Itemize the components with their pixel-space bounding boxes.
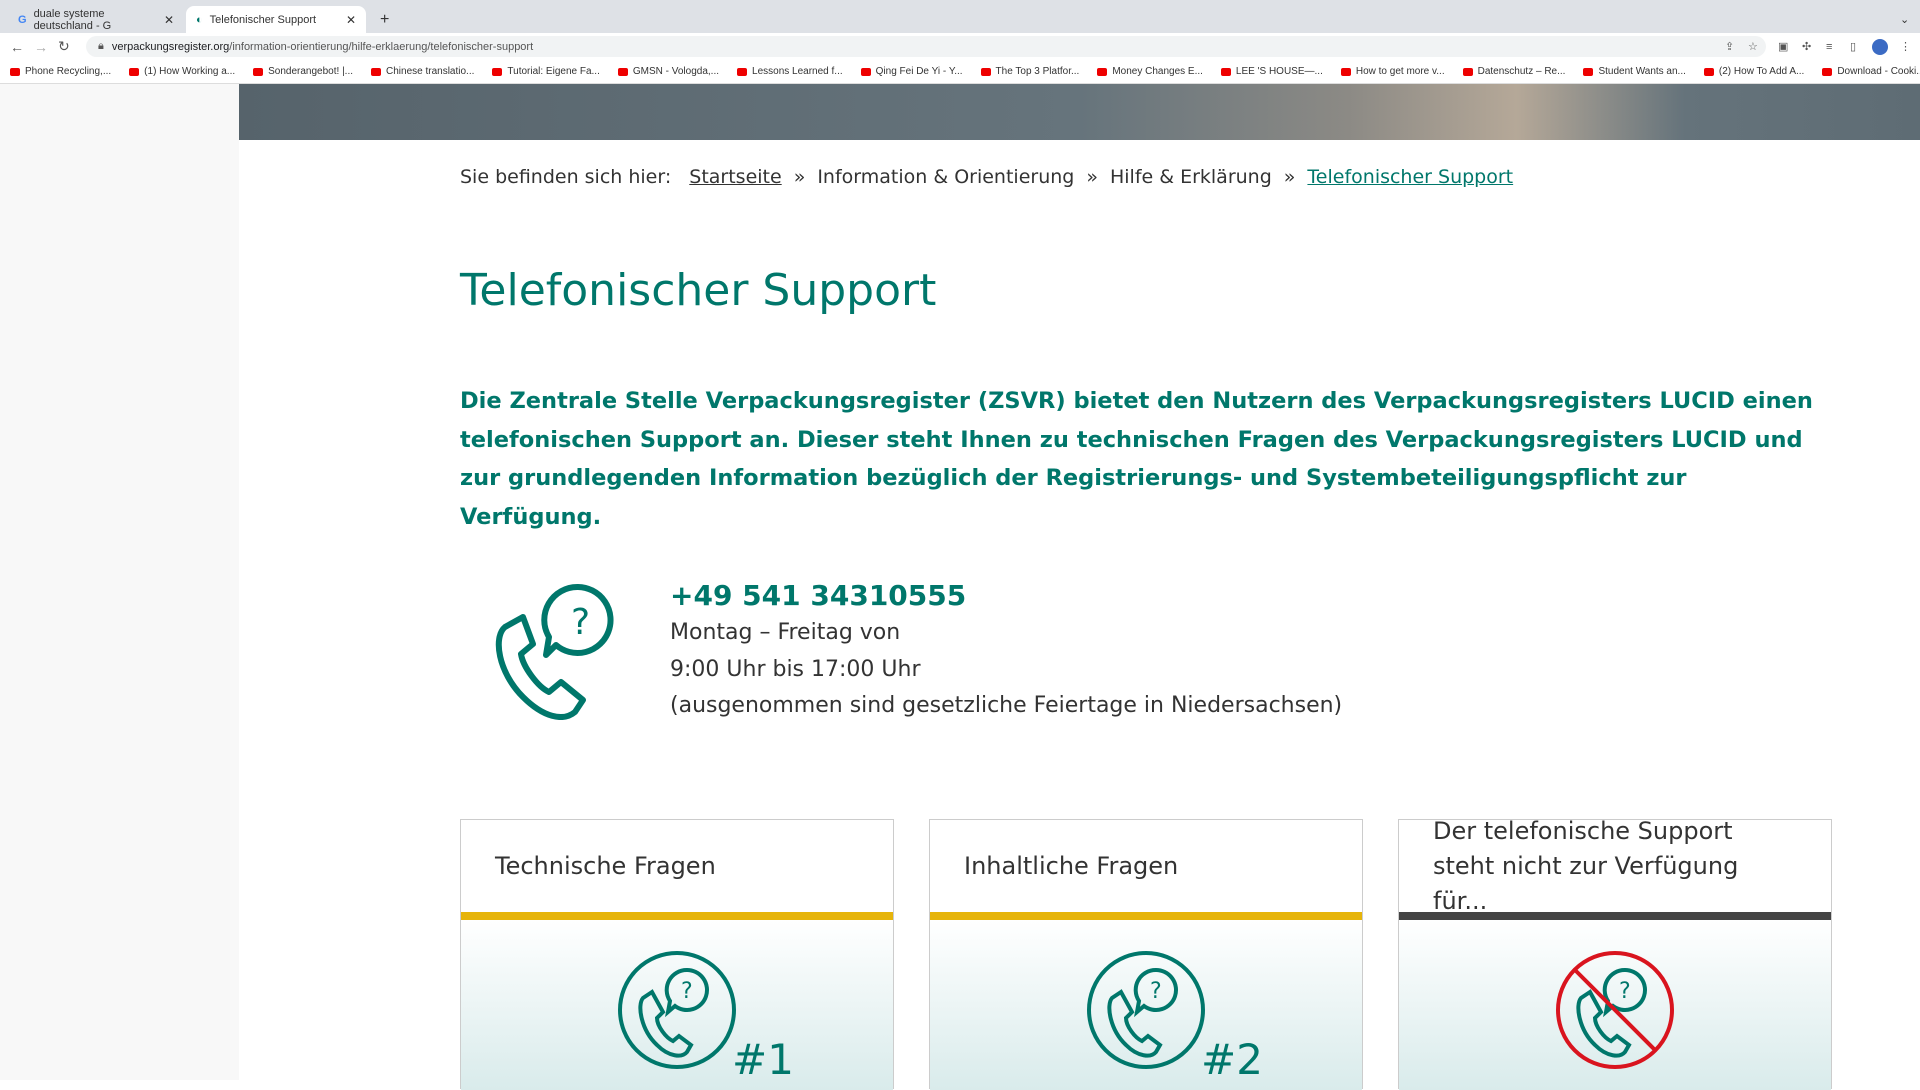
reload-icon[interactable]: ↻ [58, 38, 70, 55]
card-technische-fragen[interactable]: Technische Fragen ? #1 [460, 819, 894, 1090]
svg-text:#2: #2 [1201, 1035, 1263, 1080]
page-title: Telefonischer Support [460, 265, 937, 316]
bookmark-item[interactable]: Sonderangebot! |... [253, 66, 353, 77]
card-accent-bar [461, 912, 893, 920]
bookmark-favicon-icon [737, 67, 748, 76]
reading-list-icon[interactable]: ≡ [1826, 41, 1832, 53]
facebook-extension-icon[interactable]: ▣ [1778, 40, 1788, 53]
new-tab-button[interactable]: + [370, 6, 399, 33]
bookmark-item[interactable]: How to get more v... [1340, 66, 1445, 77]
phone-question-icon: ? [495, 583, 614, 720]
bookmark-favicon-icon [1220, 67, 1231, 76]
svg-text:?: ? [571, 602, 590, 643]
bookmark-favicon-icon [1583, 67, 1594, 76]
bookmark-item[interactable]: (2) How To Add A... [1703, 66, 1804, 77]
side-panel-icon[interactable]: ▯ [1850, 40, 1856, 53]
back-icon[interactable]: ← [10, 39, 24, 55]
bookmark-item[interactable]: Lessons Learned f... [737, 66, 843, 77]
forward-icon[interactable]: → [34, 39, 48, 55]
no-phone-icon: ? [1556, 951, 1674, 1069]
bookmarks-bar: Phone Recycling,... (1) How Working a... S… [0, 60, 1920, 84]
bookmark-favicon-icon [253, 67, 264, 76]
bookmark-favicon-icon [1097, 67, 1108, 76]
card-body: ? [1399, 920, 1831, 1090]
bookmark-item[interactable]: Download - Cooki... [1822, 66, 1920, 77]
bookmark-star-icon[interactable]: ☆ [1748, 40, 1758, 53]
tab-telefonischer-support[interactable]: ◐ Telefonischer Support ✕ [186, 6, 366, 33]
bookmark-favicon-icon [980, 67, 991, 76]
bookmark-favicon-icon [617, 67, 628, 76]
bookmark-favicon-icon [1822, 67, 1833, 76]
bookmark-item[interactable]: (1) How Working a... [129, 66, 235, 77]
svg-text:?: ? [1150, 979, 1162, 1004]
share-icon[interactable]: ⇪ [1725, 40, 1734, 53]
left-sidebar [0, 84, 239, 1080]
breadcrumb: Sie befinden sich hier: Startseite » Inf… [460, 166, 1514, 188]
intro-text: Die Zentrale Stelle Verpackungsregister … [460, 388, 1813, 530]
svg-text:?: ? [1619, 979, 1631, 1004]
breadcrumb-hilfe[interactable]: Hilfe & Erklärung [1110, 166, 1272, 188]
bookmark-favicon-icon [371, 67, 382, 76]
tab-bar: Gduale systeme deutschland - G ✕ ◐ Telefon… [0, 0, 1920, 33]
bookmark-item[interactable]: Money Changes E... [1097, 66, 1203, 77]
breadcrumb-current[interactable]: Telefonischer Support [1307, 166, 1513, 188]
bookmark-item[interactable]: GMSN - Vologda,... [617, 66, 719, 77]
close-tab-icon[interactable]: ✕ [346, 13, 356, 27]
card-body: ? #1 [461, 920, 893, 1090]
bookmark-item[interactable]: Phone Recycling,... [10, 66, 111, 77]
menu-icon[interactable]: ⋮ [1900, 40, 1911, 53]
bookmark-favicon-icon [10, 67, 20, 76]
bookmark-item[interactable]: The Top 3 Platfor... [980, 66, 1079, 77]
breadcrumb-information[interactable]: Information & Orientierung [817, 166, 1074, 188]
bookmark-favicon-icon [492, 67, 503, 76]
breadcrumb-startseite[interactable]: Startseite [689, 166, 781, 188]
bookmark-favicon-icon [1703, 67, 1714, 76]
bookmark-item[interactable]: Chinese translatio... [371, 66, 474, 77]
bookmark-favicon-icon [1340, 67, 1351, 76]
address-bar-row: ← → ↻ 🔒︎ verpackungsregister.org/informat… [0, 33, 1920, 60]
card-accent-bar [930, 912, 1362, 920]
tab-search-chevron-icon[interactable]: ⌄ [1890, 6, 1919, 33]
svg-text:#1: #1 [732, 1035, 794, 1080]
profile-avatar[interactable] [1872, 38, 1888, 55]
card-nicht-verfuegbar[interactable]: Der telefonische Support steht nicht zur… [1398, 817, 1832, 1090]
site-favicon: ◐ [196, 13, 203, 26]
tab-google[interactable]: Gduale systeme deutschland - G ✕ [8, 6, 184, 33]
bookmark-item[interactable]: LEE 'S HOUSE—... [1220, 66, 1323, 77]
url-input[interactable]: 🔒︎ verpackungsregister.org/information-or… [86, 36, 1766, 57]
svg-text:?: ? [681, 979, 693, 1004]
lock-icon: 🔒︎ [98, 40, 104, 52]
bookmark-favicon-icon [129, 67, 140, 76]
close-tab-icon[interactable]: ✕ [164, 13, 174, 27]
contact-info: +49 541 34310555 Montag – Freitag von 9:… [670, 577, 1343, 718]
phone-circle-icon-1: ? #1 [618, 951, 794, 1080]
bookmark-item[interactable]: Qing Fei De Yi - Y... [860, 66, 963, 77]
bookmark-item[interactable]: Student Wants an... [1583, 66, 1686, 77]
bookmark-favicon-icon [860, 67, 871, 76]
card-inhaltliche-fragen[interactable]: Inhaltliche Fragen ? #2 [929, 819, 1363, 1090]
extensions-icon[interactable]: ✣ [1802, 40, 1811, 53]
card-body: ? #2 [930, 920, 1362, 1090]
hero-image [239, 84, 1920, 140]
bookmark-item[interactable]: Tutorial: Eigene Fa... [492, 66, 600, 77]
phone-circle-icon-2: ? #2 [1087, 951, 1263, 1080]
bookmark-item[interactable]: Datenschutz – Re... [1462, 66, 1565, 77]
google-icon: G [18, 13, 27, 26]
phone-number[interactable]: +49 541 34310555 [670, 577, 1342, 615]
bookmark-favicon-icon [1462, 67, 1473, 76]
